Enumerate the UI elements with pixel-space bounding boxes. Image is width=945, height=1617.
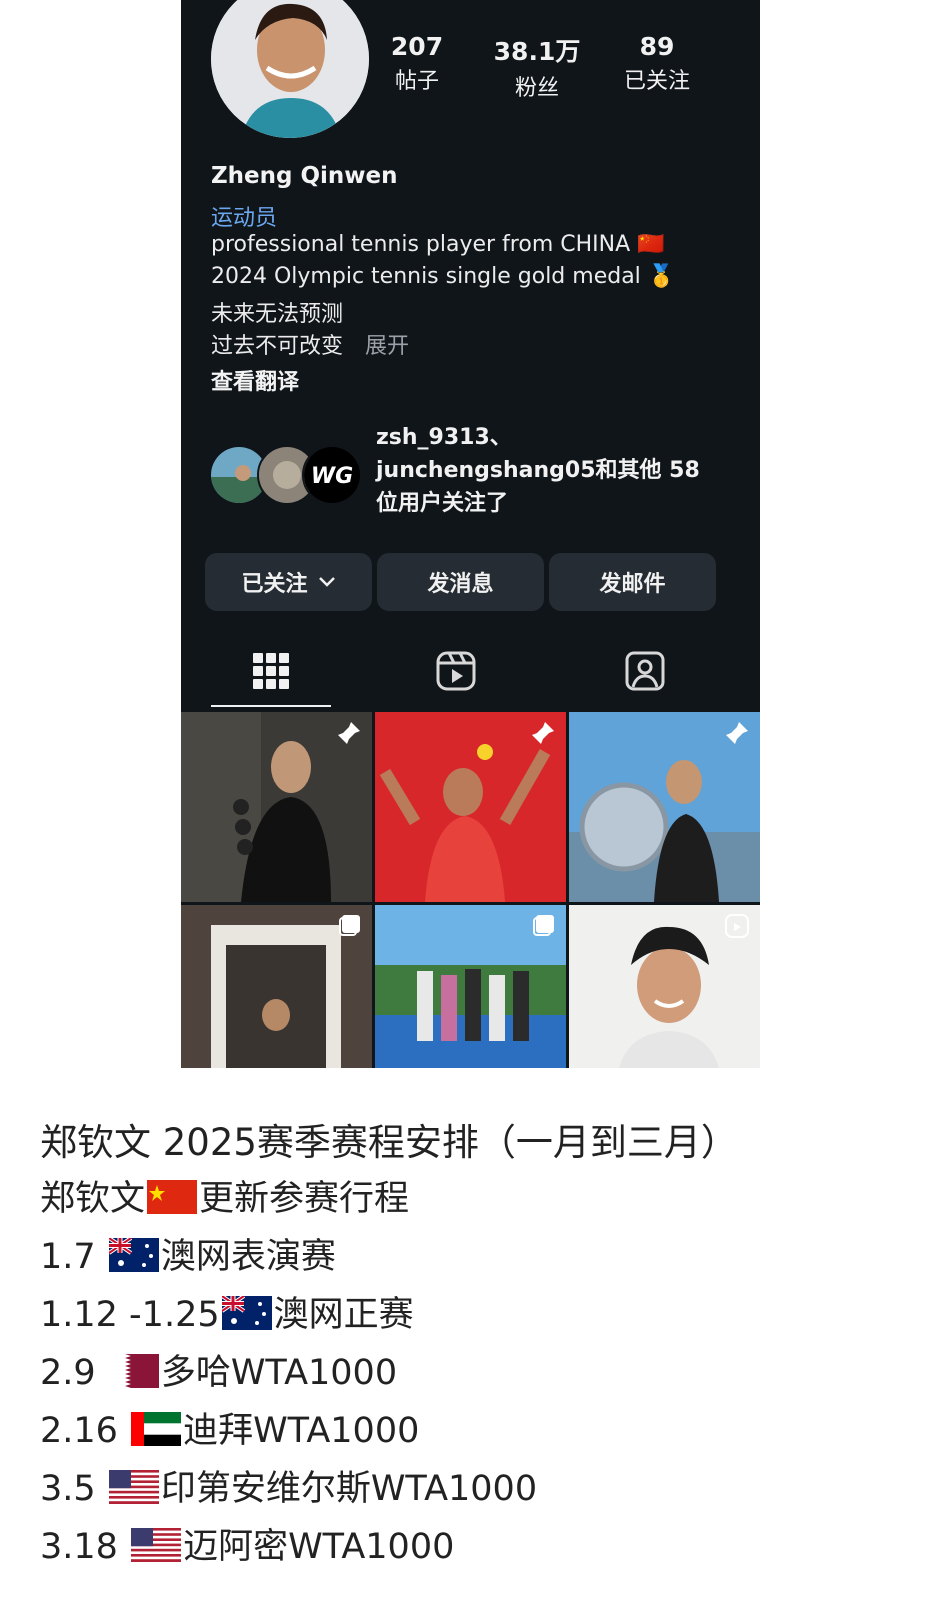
post-thumbnail[interactable]	[569, 712, 760, 902]
post-thumbnail[interactable]	[181, 712, 372, 902]
usa-flag-icon	[108, 1470, 159, 1504]
email-button[interactable]: 发邮件	[549, 553, 716, 611]
schedule-event: 澳网表演赛	[160, 1237, 336, 1277]
post-thumbnail[interactable]	[375, 712, 566, 902]
profile-category[interactable]: 运动员	[211, 200, 277, 232]
schedule-event: 澳网正赛	[273, 1295, 414, 1335]
following-button[interactable]: 已关注	[205, 553, 372, 611]
schedule-event: 多哈WTA1000	[160, 1353, 398, 1393]
svg-text:WG: WG	[311, 464, 353, 489]
carousel-icon	[533, 915, 554, 936]
expand-link[interactable]: 展开	[365, 334, 409, 359]
tagged-icon[interactable]	[624, 650, 666, 692]
carousel-icon	[339, 915, 360, 936]
bio-line-4: 过去不可改变 展开	[211, 328, 409, 360]
bio-line-4-text: 过去不可改变	[211, 334, 344, 359]
schedule-event: 迪拜WTA1000	[183, 1411, 420, 1451]
bio-line-1: professional tennis player from CHINA 🇨🇳	[211, 232, 665, 257]
schedule-item: 2.16 迪拜WTA1000	[40, 1402, 419, 1453]
bio-line-2: 2024 Olympic tennis single gold medal 🥇	[211, 264, 676, 289]
followers-label: 粉丝	[514, 76, 559, 101]
schedule-event: 印第安维尔斯WTA1000	[160, 1469, 538, 1509]
post-thumbnail[interactable]	[375, 905, 566, 1068]
followed-by-line-3: 位用户关注了	[376, 491, 509, 516]
intro-name: 郑钦文	[40, 1179, 146, 1219]
schedule-event: 迈阿密WTA1000	[183, 1527, 455, 1567]
active-tab-indicator	[211, 705, 331, 707]
pin-icon	[338, 722, 360, 744]
pin-icon	[532, 722, 554, 744]
posts-count[interactable]: 207 帖子	[357, 32, 477, 95]
post-thumbnail[interactable]	[181, 905, 372, 1068]
followed-by-text[interactable]: zsh_9313、 junchengshang05和其他 58 位用户关注了	[376, 421, 700, 520]
message-button-label: 发消息	[427, 572, 494, 597]
schedule-date: 3.18	[40, 1527, 118, 1567]
schedule-date: 1.7	[40, 1237, 96, 1277]
intro-text: 更新参赛行程	[199, 1179, 410, 1219]
china-flag-icon	[147, 1180, 198, 1214]
schedule-item: 3.18 迈阿密WTA1000	[40, 1518, 454, 1569]
usa-flag-icon	[131, 1528, 182, 1562]
schedule-item: 2.9 多哈WTA1000	[40, 1344, 397, 1395]
posts-value: 207	[390, 32, 444, 61]
australia-flag-icon	[108, 1238, 159, 1272]
schedule-item: 1.12 -1.25 澳网正赛	[40, 1286, 414, 1337]
followers-count[interactable]: 38.1万 粉丝	[477, 32, 597, 102]
chevron-down-icon	[318, 577, 335, 587]
posts-grid	[181, 712, 760, 1068]
email-button-label: 发邮件	[599, 572, 666, 597]
following-label: 已关注	[623, 69, 690, 94]
profile-name: Zheng Qinwen	[211, 163, 398, 189]
instagram-profile-screenshot: 207 帖子 38.1万 粉丝 89 已关注 Zheng Qinwen 运动员 …	[181, 0, 760, 1068]
post-thumbnail[interactable]	[569, 905, 760, 1068]
reels-icon	[725, 914, 749, 938]
australia-flag-icon	[221, 1296, 272, 1330]
schedule-date: 3.5	[40, 1469, 96, 1509]
followers-value: 38.1万	[493, 37, 581, 66]
grid-icon[interactable]	[250, 650, 292, 692]
schedule-item: 1.7 澳网表演赛	[40, 1228, 336, 1279]
schedule-item: 3.5 印第安维尔斯WTA1000	[40, 1460, 537, 1511]
posts-label: 帖子	[394, 69, 439, 94]
follower-avatar-3[interactable]: WG	[302, 445, 362, 505]
qatar-flag-icon	[108, 1354, 159, 1388]
followed-by-line-2: junchengshang05和其他 58	[376, 458, 700, 483]
profile-avatar[interactable]	[211, 0, 369, 138]
uae-flag-icon	[131, 1412, 182, 1446]
following-value: 89	[639, 32, 675, 61]
following-button-label: 已关注	[241, 572, 308, 597]
bio-line-3: 未来无法预测	[211, 302, 344, 327]
post-title: 郑钦文 2025赛季赛程安排（一月到三月）	[40, 1121, 738, 1164]
message-button[interactable]: 发消息	[377, 553, 544, 611]
followed-by-line-1: zsh_9313、	[376, 425, 512, 450]
pin-icon	[726, 722, 748, 744]
schedule-date: 2.9	[40, 1353, 96, 1393]
see-translation-link[interactable]: 查看翻译	[211, 364, 299, 396]
schedule-intro: 郑钦文 更新参赛行程	[40, 1170, 409, 1221]
reels-icon[interactable]	[435, 650, 477, 692]
schedule-date: 2.16	[40, 1411, 118, 1451]
following-count[interactable]: 89 已关注	[597, 32, 717, 95]
schedule-date: 1.12 -1.25	[40, 1295, 220, 1335]
